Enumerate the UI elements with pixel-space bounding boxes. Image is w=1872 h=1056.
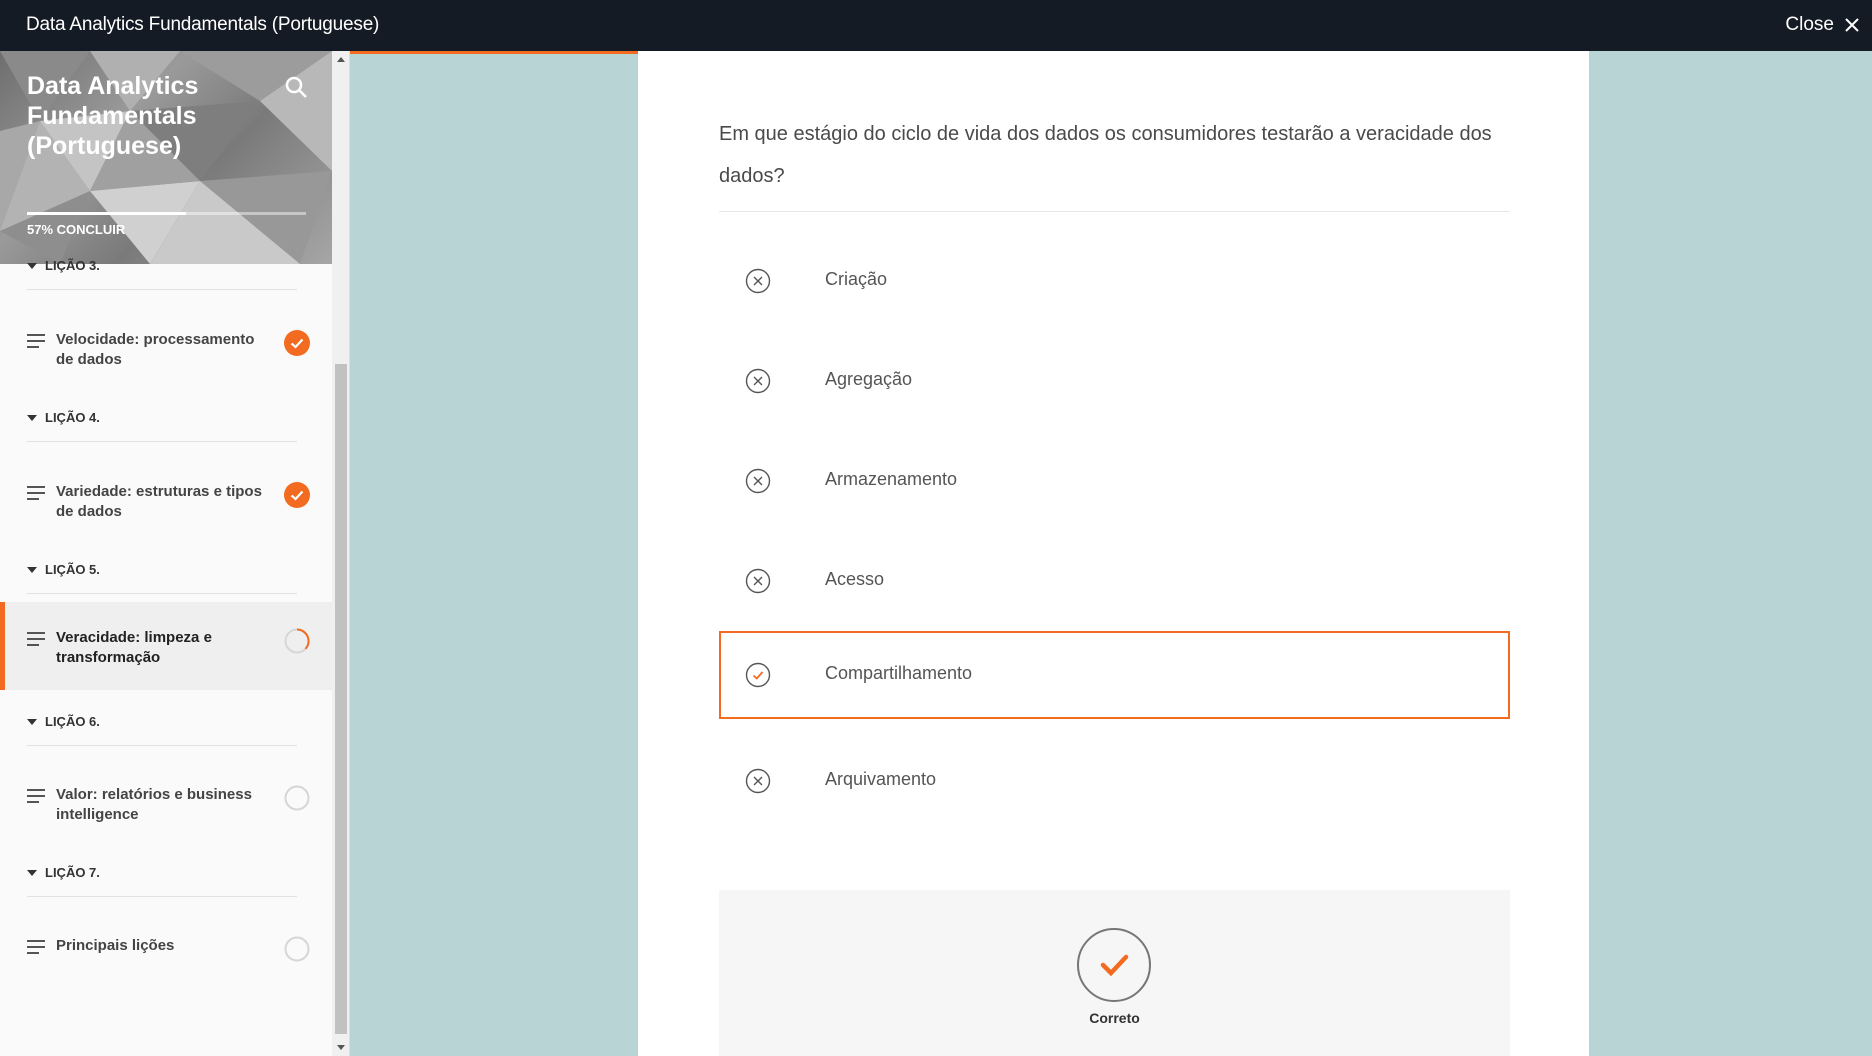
scroll-down-arrow-icon[interactable]: [337, 1045, 345, 1050]
not-started-icon: [284, 785, 310, 811]
divider: [27, 289, 297, 290]
close-label: Close: [1785, 14, 1834, 35]
close-icon: [1845, 18, 1859, 32]
caret-down-icon: [27, 566, 37, 573]
section-header[interactable]: LIÇÃO 5.: [27, 562, 100, 577]
feedback-result: Correto: [1089, 1010, 1140, 1026]
correct-check-icon: [745, 662, 771, 688]
incorrect-x-icon: [745, 768, 771, 794]
divider: [27, 593, 297, 594]
sidebar-scrollbar[interactable]: [332, 51, 350, 1056]
caret-down-icon: [27, 262, 37, 269]
lesson-item[interactable]: Principais lições: [0, 920, 332, 1008]
answer-option[interactable]: Acesso: [719, 537, 1510, 625]
checkmark-icon: [1077, 928, 1151, 1002]
quiz-card: Em que estágio do ciclo de vida dos dado…: [638, 51, 1589, 1056]
course-header: Data Analytics Fundamentals (Portuguese)…: [0, 51, 332, 264]
answer-label: Armazenamento: [825, 469, 958, 489]
section-header[interactable]: LIÇÃO 7.: [27, 865, 100, 880]
caret-down-icon: [27, 414, 37, 421]
incorrect-x-icon: [745, 468, 771, 494]
lesson-lines-icon: [27, 486, 45, 504]
not-started-icon: [284, 936, 310, 962]
search-icon[interactable]: [284, 75, 308, 99]
lesson-item[interactable]: Valor: relatórios e business intelligenc…: [0, 769, 332, 857]
lesson-lines-icon: [27, 632, 45, 650]
complete-check-icon: [284, 482, 310, 508]
lesson-lines-icon: [27, 940, 45, 958]
in-progress-icon: [284, 628, 310, 654]
answer-option[interactable]: Armazenamento: [719, 437, 1510, 525]
question-text: Em que estágio do ciclo de vida dos dado…: [719, 123, 1492, 187]
answer-option-selected[interactable]: Compartilhamento: [719, 631, 1510, 719]
answer-option[interactable]: Criação: [719, 237, 1510, 325]
incorrect-x-icon: [745, 268, 771, 294]
feedback-panel: Correto: [719, 890, 1510, 1056]
course-title: Data Analytics Fundamentals (Portuguese): [27, 72, 199, 160]
section-header[interactable]: LIÇÃO 4.: [27, 410, 100, 425]
answer-option[interactable]: Arquivamento: [719, 737, 1510, 825]
lesson-lines-icon: [27, 789, 45, 807]
course-progress-fill: [27, 212, 187, 215]
complete-check-icon: [284, 330, 310, 356]
incorrect-x-icon: [745, 568, 771, 594]
scrollbar-thumb[interactable]: [335, 364, 347, 1034]
close-button[interactable]: Close: [1785, 14, 1860, 36]
caret-down-icon: [27, 718, 37, 725]
divider: [27, 441, 297, 442]
section-header[interactable]: LIÇÃO 3.: [27, 258, 100, 273]
answer-label: Criação: [825, 269, 888, 289]
course-sidebar: Data Analytics Fundamentals (Portuguese)…: [0, 51, 332, 1056]
scroll-up-arrow-icon[interactable]: [337, 57, 345, 62]
caret-down-icon: [27, 869, 37, 876]
answer-label: Acesso: [825, 569, 885, 589]
lesson-item-active[interactable]: Veracidade: limpeza e transformação: [0, 602, 332, 690]
lesson-item[interactable]: Velocidade: processamento de dados: [0, 314, 332, 402]
window-title: Data Analytics Fundamentals (Portuguese): [26, 14, 380, 35]
incorrect-x-icon: [745, 368, 771, 394]
course-progress-label: 57% CONCLUIR: [27, 222, 126, 237]
answer-label: Compartilhamento: [825, 663, 973, 683]
answer-label: Arquivamento: [825, 769, 937, 789]
divider: [27, 896, 297, 897]
answer-label: Agregação: [825, 369, 913, 389]
lesson-item[interactable]: Variedade: estruturas e tipos de dados: [0, 466, 332, 554]
top-bar: Data Analytics Fundamentals (Portuguese)…: [0, 0, 1872, 51]
divider: [27, 745, 297, 746]
course-progress-bar: [27, 212, 306, 215]
answer-option[interactable]: Agregação: [719, 337, 1510, 425]
divider: [719, 211, 1510, 212]
section-header[interactable]: LIÇÃO 6.: [27, 714, 100, 729]
lesson-lines-icon: [27, 334, 45, 352]
